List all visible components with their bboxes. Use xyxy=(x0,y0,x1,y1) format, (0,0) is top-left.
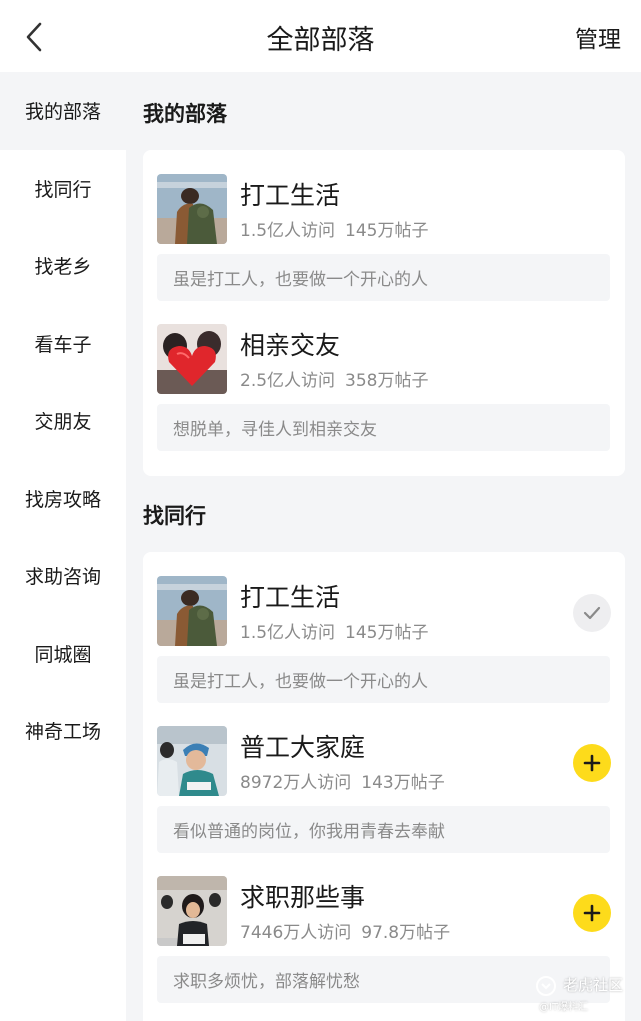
tribe-item[interactable]: 普工大家庭 8972万人访问 143万帖子 看似普通的岗位，你我用青春去奉献 xyxy=(143,726,625,876)
tribe-name: 求职那些事 xyxy=(240,883,366,912)
post-count: 358万帖子 xyxy=(345,371,429,391)
joined-button[interactable] xyxy=(573,594,611,632)
join-button[interactable] xyxy=(573,894,611,932)
tribe-stats: 7446万人访问 97.8万帖子 xyxy=(240,918,450,943)
category-sidebar: 我的部落 找同行 找老乡 看车子 交朋友 找房攻略 求助咨询 同城圈 神奇工场 xyxy=(0,72,126,1021)
manage-button[interactable]: 管理 xyxy=(575,20,621,54)
tribe-description: 虽是打工人，也要做一个开心的人 xyxy=(157,656,610,703)
tribe-stats: 8972万人访问 143万帖子 xyxy=(240,768,445,793)
post-count: 145万帖子 xyxy=(345,623,429,643)
sidebar-item-label: 找同行 xyxy=(34,178,92,201)
visit-count: 1.5亿人访问 xyxy=(240,623,336,643)
sidebar-item-label: 神奇工场 xyxy=(24,721,101,744)
sidebar-item-label: 找老乡 xyxy=(34,256,92,279)
tribe-stats: 2.5亿人访问 358万帖子 xyxy=(240,366,429,391)
sidebar-item-find-hometown[interactable]: 找老乡 xyxy=(0,227,126,305)
tribe-stats: 1.5亿人访问 145万帖子 xyxy=(240,216,429,241)
sidebar-item-label: 找房攻略 xyxy=(24,488,101,511)
tribe-description: 虽是打工人，也要做一个开心的人 xyxy=(157,254,610,301)
sidebar-item-label: 求助咨询 xyxy=(24,566,101,589)
tribe-description: 看似普通的岗位，你我用青春去奉献 xyxy=(157,806,610,853)
tribe-name: 相亲交友 xyxy=(240,331,341,360)
plus-icon xyxy=(583,754,601,772)
watermark: 老虎社区 @IT爆料汇 xyxy=(535,972,631,1016)
sidebar-item-cars[interactable]: 看车子 xyxy=(0,305,126,383)
sidebar-item-make-friends[interactable]: 交朋友 xyxy=(0,382,126,460)
watermark-name: 老虎社区 xyxy=(563,976,624,994)
visit-count: 1.5亿人访问 xyxy=(240,221,336,241)
sidebar-item-label: 同城圈 xyxy=(34,643,92,666)
tribe-name: 普工大家庭 xyxy=(240,733,366,762)
post-count: 97.8万帖子 xyxy=(361,923,451,943)
tribe-name: 打工生活 xyxy=(240,181,341,210)
tribe-card: 打工生活 1.5亿人访问 145万帖子 虽是打工人，也要做一个开心的人 相亲交友 xyxy=(143,150,625,476)
sidebar-item-label: 我的部落 xyxy=(24,101,101,124)
visit-count: 8972万人访问 xyxy=(240,773,352,793)
tribe-thumbnail xyxy=(157,576,227,646)
watermark-source: @IT爆料汇 xyxy=(539,1002,589,1013)
section-title: 找同行 xyxy=(143,504,206,528)
sidebar-item-my-tribes[interactable]: 我的部落 xyxy=(0,72,126,150)
tribe-stats: 1.5亿人访问 145万帖子 xyxy=(240,618,429,643)
tribe-name: 打工生活 xyxy=(240,583,341,612)
sidebar-item-housing[interactable]: 找房攻略 xyxy=(0,460,126,538)
page-title: 全部部落 xyxy=(266,25,375,56)
tribe-thumbnail xyxy=(157,876,227,946)
tribe-thumbnail xyxy=(157,174,227,244)
tribe-item[interactable]: 打工生活 1.5亿人访问 145万帖子 虽是打工人，也要做一个开心的人 xyxy=(143,174,625,324)
visit-count: 7446万人访问 xyxy=(240,923,352,943)
tribe-thumbnail xyxy=(157,324,227,394)
plus-icon xyxy=(583,904,601,922)
sidebar-item-local[interactable]: 同城圈 xyxy=(0,615,126,693)
tribe-description: 想脱单，寻佳人到相亲交友 xyxy=(157,404,610,451)
tribe-card: 打工生活 1.5亿人访问 145万帖子 虽是打工人，也要做一个开心的人 普工大家… xyxy=(143,552,625,1021)
section-title: 我的部落 xyxy=(143,102,227,126)
join-button[interactable] xyxy=(573,744,611,782)
top-nav-bar: 全部部落 管理 xyxy=(0,0,641,72)
sidebar-item-label: 交朋友 xyxy=(34,411,92,434)
check-icon xyxy=(583,606,601,620)
tribe-item[interactable]: 相亲交友 2.5亿人访问 358万帖子 想脱单，寻佳人到相亲交友 xyxy=(143,324,625,474)
visit-count: 2.5亿人访问 xyxy=(240,371,336,391)
sidebar-item-label: 看车子 xyxy=(34,333,92,356)
post-count: 145万帖子 xyxy=(345,221,429,241)
sidebar-item-workshop[interactable]: 神奇工场 xyxy=(0,692,126,770)
sidebar-item-help[interactable]: 求助咨询 xyxy=(0,537,126,615)
tribe-list: 我的部落 打工生活 1.5亿人访问 145万帖子 虽是打工人，也要做一个开心的人 xyxy=(126,72,641,1021)
sidebar-item-find-peers[interactable]: 找同行 xyxy=(0,150,126,228)
tiger-logo-icon xyxy=(536,976,556,996)
tribe-item[interactable]: 打工生活 1.5亿人访问 145万帖子 虽是打工人，也要做一个开心的人 xyxy=(143,576,625,726)
post-count: 143万帖子 xyxy=(361,773,445,793)
tribe-thumbnail xyxy=(157,726,227,796)
